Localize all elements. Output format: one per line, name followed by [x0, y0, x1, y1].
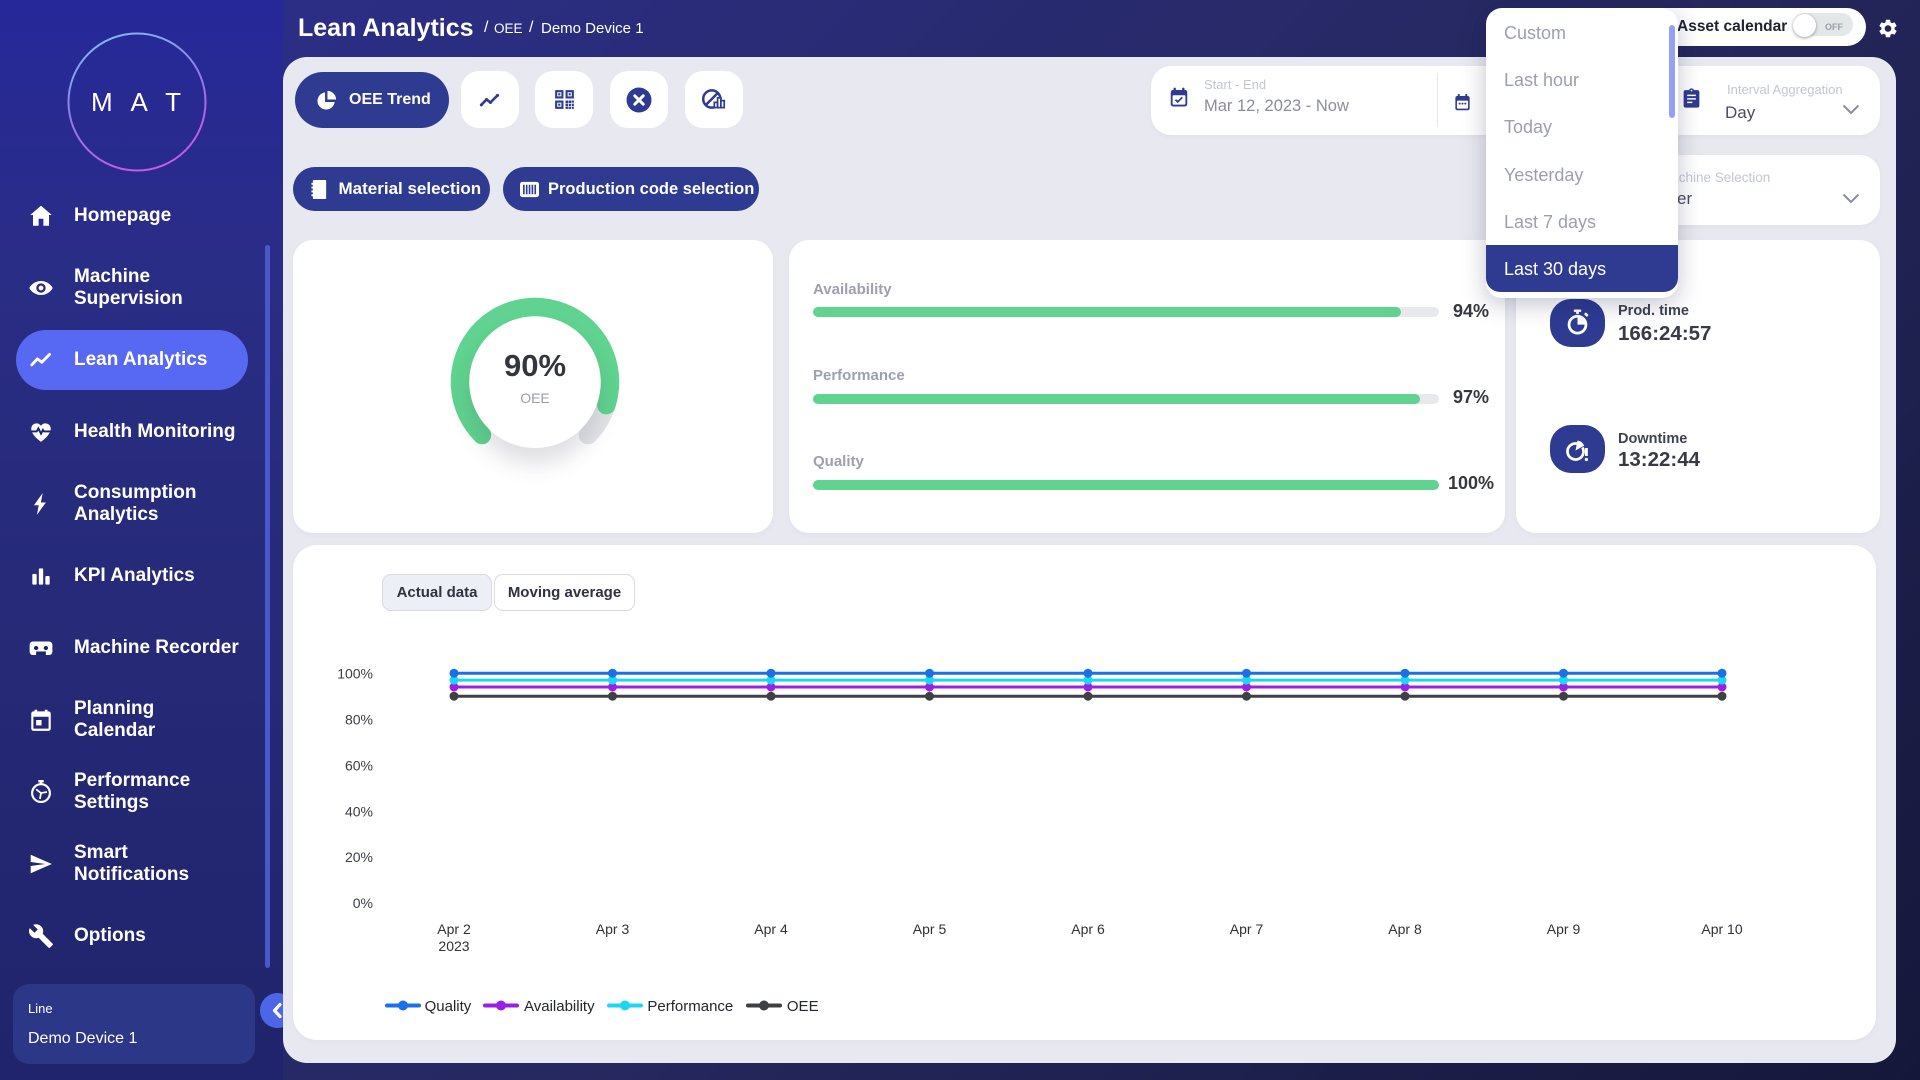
svg-text:Apr 8: Apr 8	[1388, 921, 1422, 937]
svg-text:100%: 100%	[337, 666, 373, 682]
svg-text:Apr 7: Apr 7	[1230, 921, 1264, 937]
svg-text:2023: 2023	[438, 938, 469, 954]
svg-text:Availability: Availability	[524, 998, 595, 1015]
svg-text:0%: 0%	[353, 895, 373, 911]
svg-text:M A T: M A T	[91, 87, 187, 117]
svg-text:OEE: OEE	[787, 998, 819, 1015]
svg-text:40%: 40%	[345, 803, 373, 819]
svg-text:Apr 10: Apr 10	[1701, 921, 1742, 937]
svg-text:Apr 4: Apr 4	[754, 921, 788, 937]
svg-text:Apr 2: Apr 2	[437, 921, 471, 937]
svg-text:Performance: Performance	[647, 998, 733, 1015]
svg-text:80%: 80%	[345, 712, 373, 728]
svg-text:60%: 60%	[345, 757, 373, 773]
svg-text:20%: 20%	[345, 849, 373, 865]
svg-text:Apr 3: Apr 3	[596, 921, 630, 937]
svg-text:Apr 5: Apr 5	[913, 921, 947, 937]
svg-text:Apr 6: Apr 6	[1071, 921, 1105, 937]
svg-text:Apr 9: Apr 9	[1547, 921, 1581, 937]
svg-text:Quality: Quality	[425, 998, 472, 1015]
